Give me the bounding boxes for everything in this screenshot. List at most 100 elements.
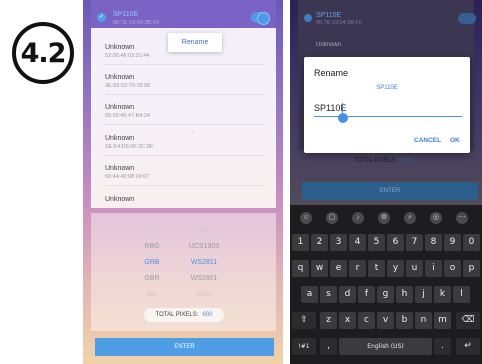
key-z[interactable]: z <box>320 312 337 329</box>
key-m[interactable]: m <box>434 312 451 329</box>
enter-key[interactable]: ↵ <box>456 338 480 355</box>
device-mac: 56:44:40:08:24:07 <box>105 174 150 180</box>
chip-option[interactable]: SK6812 <box>179 287 229 303</box>
key-i[interactable]: i <box>425 260 442 277</box>
gif-icon[interactable]: ◎ <box>430 212 442 224</box>
chevron-down-icon: ⌄ <box>189 126 196 135</box>
key-h[interactable]: h <box>396 286 413 303</box>
key-v[interactable]: v <box>377 312 394 329</box>
order-option[interactable]: BRG <box>127 287 177 303</box>
device-item[interactable]: Unknown SE:F4:D6:0F:3C:8F <box>105 134 270 151</box>
shift-key[interactable]: ⇧ <box>292 312 316 329</box>
comma-key[interactable]: , <box>320 338 337 355</box>
key-a[interactable]: a <box>301 286 318 303</box>
space-key[interactable]: English (US) <box>339 338 432 355</box>
device-mac: SE:F4:D6:0F:3C:8F <box>105 144 154 150</box>
key-7[interactable]: 7 <box>406 234 423 251</box>
emoji-icon[interactable]: ☺ <box>300 212 312 224</box>
order-option[interactable]: RBG <box>127 239 177 255</box>
key-4[interactable]: 4 <box>349 234 366 251</box>
order-option[interactable]: GBR <box>127 271 177 287</box>
key-8[interactable]: 8 <box>425 234 442 251</box>
device-mac: 55:55:45:47:B4:24 <box>105 113 150 119</box>
settings-icon[interactable]: ⚙ <box>378 212 390 224</box>
search-icon[interactable]: ⌕ <box>404 212 416 224</box>
total-pixels-value: 600 <box>400 158 411 164</box>
symbols-key[interactable]: !#1 <box>292 338 316 355</box>
key-5[interactable]: 5 <box>368 234 385 251</box>
key-p[interactable]: p <box>463 260 480 277</box>
key-0[interactable]: 0 <box>463 234 480 251</box>
key-f[interactable]: f <box>358 286 375 303</box>
key-w[interactable]: w <box>311 260 328 277</box>
enter-button: ENTER <box>302 182 478 200</box>
key-1[interactable]: 1 <box>292 234 309 251</box>
enter-button[interactable]: ENTER <box>95 338 274 356</box>
chip-option[interactable]: WS2801 <box>179 271 229 287</box>
divider <box>105 155 265 156</box>
key-y[interactable]: y <box>387 260 404 277</box>
bottom-row: !#1 , English (US) . ↵ <box>290 338 482 355</box>
order-option[interactable]: RGB <box>127 223 177 239</box>
key-k[interactable]: k <box>434 286 451 303</box>
key-o[interactable]: o <box>444 260 461 277</box>
key-j[interactable]: j <box>415 286 432 303</box>
rename-dialog: Rename SP110E SP110E CANCEL OK <box>304 57 470 153</box>
key-6[interactable]: 6 <box>387 234 404 251</box>
device-item[interactable]: Unknown 55:55:45:47:B4:24 <box>105 103 270 120</box>
ok-button[interactable]: OK <box>450 137 460 144</box>
device-item-selected[interactable]: ✓ SP110E 86:7E:19:04:2B:F0 <box>91 0 276 28</box>
key-2[interactable]: 2 <box>311 234 328 251</box>
check-icon <box>304 14 312 22</box>
key-b[interactable]: b <box>396 312 413 329</box>
key-g[interactable]: g <box>377 286 394 303</box>
letter-row-1: q w e r t y u i o p <box>290 260 482 277</box>
rename-menu-item[interactable]: Rename <box>168 33 222 52</box>
period-key[interactable]: . <box>434 338 451 355</box>
total-pixels-label: TOTAL PIXELS: <box>354 158 397 164</box>
device-mac: 52:06:46:03:21:44 <box>105 53 150 59</box>
key-d[interactable]: d <box>339 286 356 303</box>
chip-option-selected[interactable]: WS2811 <box>179 255 229 271</box>
dialog-title: Rename <box>314 68 349 78</box>
cancel-button[interactable]: CANCEL <box>414 137 441 144</box>
total-pixels[interactable]: TOTAL PIXELS: 600 <box>144 308 224 322</box>
more-icon[interactable]: ⋯ <box>456 212 468 224</box>
mic-icon[interactable]: ♪ <box>352 212 364 224</box>
cursor-handle[interactable] <box>338 113 348 123</box>
device-name: Unknown <box>105 74 135 81</box>
input-underline <box>314 116 462 117</box>
chip-option[interactable]: TM1809 <box>179 223 229 239</box>
device-item[interactable]: Unknown <box>105 195 270 204</box>
total-pixels: TOTAL PIXELS: 600 <box>354 158 411 164</box>
divider <box>105 185 265 186</box>
left-phone-screen: ✓ SP110E 86:7E:19:04:2B:F0 Unknown 52:06… <box>83 0 283 364</box>
key-n[interactable]: n <box>415 312 432 329</box>
chip-picker[interactable]: RGB RBG GRB GBR BRG TM1809 UCS1903 WS281… <box>91 213 276 331</box>
key-s[interactable]: s <box>320 286 337 303</box>
device-mac: 86:7E:19:04:2B:F0 <box>113 20 159 26</box>
color-order-column[interactable]: RGB RBG GRB GBR BRG <box>127 223 177 303</box>
device-item[interactable]: Unknown 56:44:40:08:24:07 <box>105 164 270 181</box>
device-item[interactable]: Unknown 3E:82:02:70:78:08 <box>105 73 270 90</box>
key-3[interactable]: 3 <box>330 234 347 251</box>
key-9[interactable]: 9 <box>444 234 461 251</box>
chip-type-column[interactable]: TM1809 UCS1903 WS2811 WS2801 SK6812 <box>179 223 229 303</box>
key-l[interactable]: l <box>453 286 470 303</box>
key-r[interactable]: r <box>349 260 366 277</box>
device-name: SP110E <box>113 11 139 18</box>
chip-option[interactable]: UCS1903 <box>179 239 229 255</box>
key-u[interactable]: u <box>406 260 423 277</box>
order-option-selected[interactable]: GRB <box>127 255 177 271</box>
right-phone-screen: SP110E 86:7E:19:04:2B:F0 Unknown TOTAL P… <box>290 0 482 364</box>
backspace-key[interactable]: ⌫ <box>456 312 480 329</box>
key-e[interactable]: e <box>330 260 347 277</box>
key-c[interactable]: c <box>358 312 375 329</box>
device-toggle[interactable] <box>251 12 270 25</box>
key-x[interactable]: x <box>339 312 356 329</box>
step-badge: 4.2 <box>12 22 74 84</box>
sticker-icon[interactable]: ▢ <box>326 212 338 224</box>
number-row: 1 2 3 4 5 6 7 8 9 0 <box>290 234 482 251</box>
key-q[interactable]: q <box>292 260 309 277</box>
key-t[interactable]: t <box>368 260 385 277</box>
